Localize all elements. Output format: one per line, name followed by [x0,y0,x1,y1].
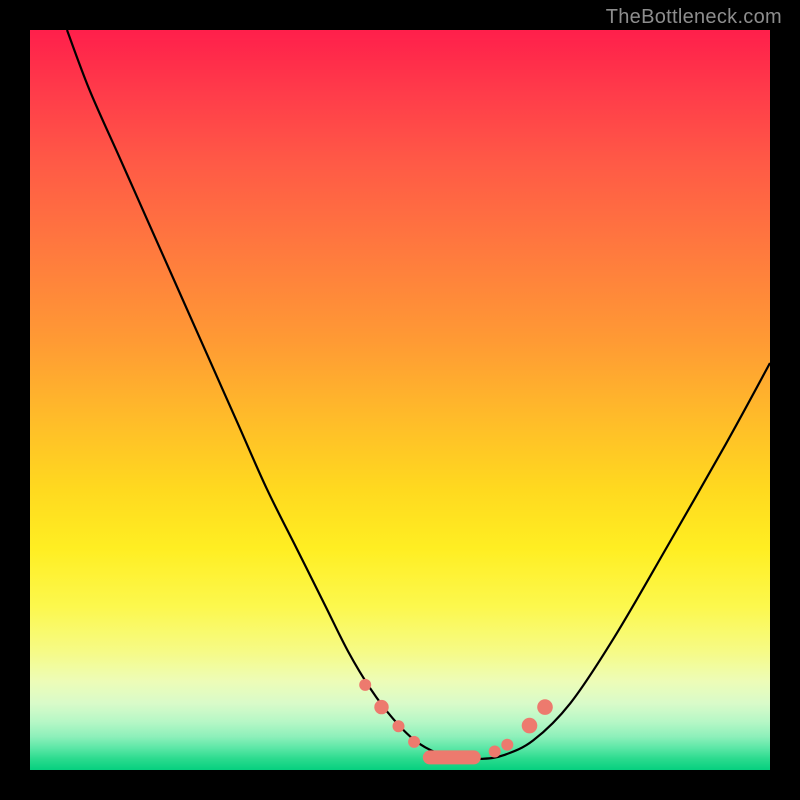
watermark-text: TheBottleneck.com [606,6,782,29]
curve-marker [537,699,553,715]
curve-marker [522,718,538,734]
curve-markers [359,679,553,765]
curve-marker [408,736,420,748]
curve-marker [374,700,388,714]
curve-marker [393,720,405,732]
curve-line [67,30,770,759]
curve-marker [423,750,481,764]
curve-marker [489,746,501,758]
curve-marker [501,739,513,751]
curve-marker [359,679,371,691]
curve-svg [30,30,770,770]
bottleneck-curve-path [67,30,770,759]
plot-area [30,30,770,770]
chart-frame: TheBottleneck.com [0,0,800,800]
